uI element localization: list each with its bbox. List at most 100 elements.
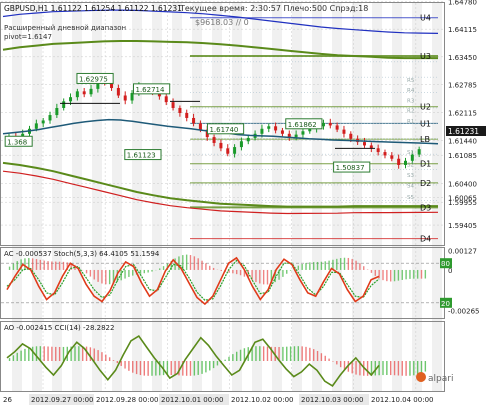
ao-bar <box>174 361 175 375</box>
level-label-r3: R3 <box>407 98 415 104</box>
ac-bar <box>325 261 326 270</box>
ac-bar <box>259 270 260 284</box>
ac-bar <box>198 258 199 270</box>
ac-tick-label: 0.00127 <box>448 247 477 255</box>
price-annotation-label: 1.368 <box>7 138 27 146</box>
ao-bar <box>155 361 156 376</box>
price-tick-label: 1.64115 <box>448 26 477 34</box>
candle-body <box>192 118 195 123</box>
candle-body <box>76 91 79 97</box>
ac-bar <box>51 261 52 269</box>
ao-bar <box>32 347 33 361</box>
ac-bar <box>352 259 353 270</box>
ao-bar <box>201 361 202 374</box>
ao-bar <box>121 361 122 366</box>
ac-bar <box>151 270 152 272</box>
ac-bar <box>36 259 37 270</box>
ao-bar <box>140 361 141 375</box>
candle-body <box>418 149 421 154</box>
ac-bar <box>97 270 98 282</box>
candle-body <box>267 126 270 128</box>
ao-indicator-text: AO -0.002415 CCI(14) -28.2822 <box>4 324 114 332</box>
ac-bar <box>47 261 48 270</box>
level-label-r2: R2 <box>407 109 414 115</box>
price-tick-label: 1.60400 <box>448 181 477 189</box>
ac-bar <box>124 270 125 279</box>
ao-bar <box>78 346 79 361</box>
ac-bar <box>240 270 241 275</box>
candle-body <box>213 137 216 143</box>
price-tick-label: 1.61440 <box>448 137 477 145</box>
ao-bar <box>86 347 87 361</box>
ac-bar <box>144 270 145 273</box>
ac-indicator-text: AC -0.000537 Stoch(5,3,3) 64.4105 51.159… <box>4 250 160 258</box>
ao-bar <box>74 346 75 361</box>
ac-bar <box>194 256 195 270</box>
session-shade <box>272 3 282 391</box>
candle-body <box>336 125 339 129</box>
candle-body <box>90 89 93 94</box>
ao-bar <box>55 347 56 361</box>
ao-bar <box>198 361 199 375</box>
ao-bar <box>28 348 29 361</box>
candle-body <box>49 115 52 120</box>
ac-bar <box>255 270 256 282</box>
logo-text: alpari <box>428 374 453 384</box>
ao-bar <box>313 349 314 361</box>
ao-bar <box>113 360 114 361</box>
ac-bar <box>359 263 360 270</box>
candle-body <box>199 123 202 129</box>
session-shade <box>52 3 62 391</box>
ao-bar <box>209 361 210 370</box>
ao-bar <box>382 361 383 375</box>
price-tick-label: 1.59955 <box>448 199 477 207</box>
ao-bar <box>232 354 233 361</box>
ac-bar <box>328 261 329 270</box>
time-axis: 262012.09.27 00:002012.09.28 00:002012.1… <box>1 394 440 405</box>
ao-bar <box>386 361 387 375</box>
level-label-r1: R1 <box>407 119 414 125</box>
ao-bar <box>317 351 318 361</box>
ao-bar <box>290 346 291 361</box>
ao-bar <box>228 357 229 361</box>
ao-bar <box>144 361 145 376</box>
candle-body <box>178 108 181 113</box>
ao-bar <box>224 360 225 361</box>
candle-body <box>83 91 86 94</box>
ac-bar <box>90 270 91 277</box>
time-tick-label: 26 <box>3 396 12 404</box>
time-tick-label: 2012.10.04 00:00 <box>371 396 433 404</box>
time-tick-label: 2012.09.28 00:00 <box>96 396 158 404</box>
ac-bar <box>390 270 391 282</box>
level-label-r5: R5 <box>407 78 415 84</box>
ac-bar <box>13 264 14 270</box>
ac-bar <box>59 262 60 270</box>
ac-bar <box>425 270 426 279</box>
level-label-s1: S1 <box>407 150 414 156</box>
candle-body <box>349 134 352 139</box>
level-label-d2: D2 <box>420 179 431 188</box>
candle-body <box>62 101 65 108</box>
ao-bar <box>267 347 268 361</box>
price-tick-label: 1.62115 <box>448 109 477 117</box>
ao-bar <box>298 346 299 361</box>
ao-bar <box>17 353 18 361</box>
ao-bar <box>398 361 399 375</box>
candle-body <box>363 142 366 145</box>
stoch-level-label: 80 <box>441 260 450 268</box>
extra-line: $9618.03 // 0 <box>195 18 249 27</box>
session-shade <box>172 3 182 391</box>
ao-bar <box>236 352 237 361</box>
candle-body <box>390 155 393 158</box>
ao-bar <box>394 361 395 375</box>
ao-bar <box>59 347 60 361</box>
ac-bar <box>321 262 322 270</box>
ao-bar <box>332 361 333 362</box>
ao-bar <box>90 347 91 361</box>
session-shade <box>252 3 262 391</box>
level-label-s4: S4 <box>407 184 414 190</box>
ao-bar <box>105 355 106 361</box>
level-label-u2: U2 <box>420 103 431 112</box>
ac-bar <box>344 258 345 270</box>
ac-bar <box>159 268 160 270</box>
